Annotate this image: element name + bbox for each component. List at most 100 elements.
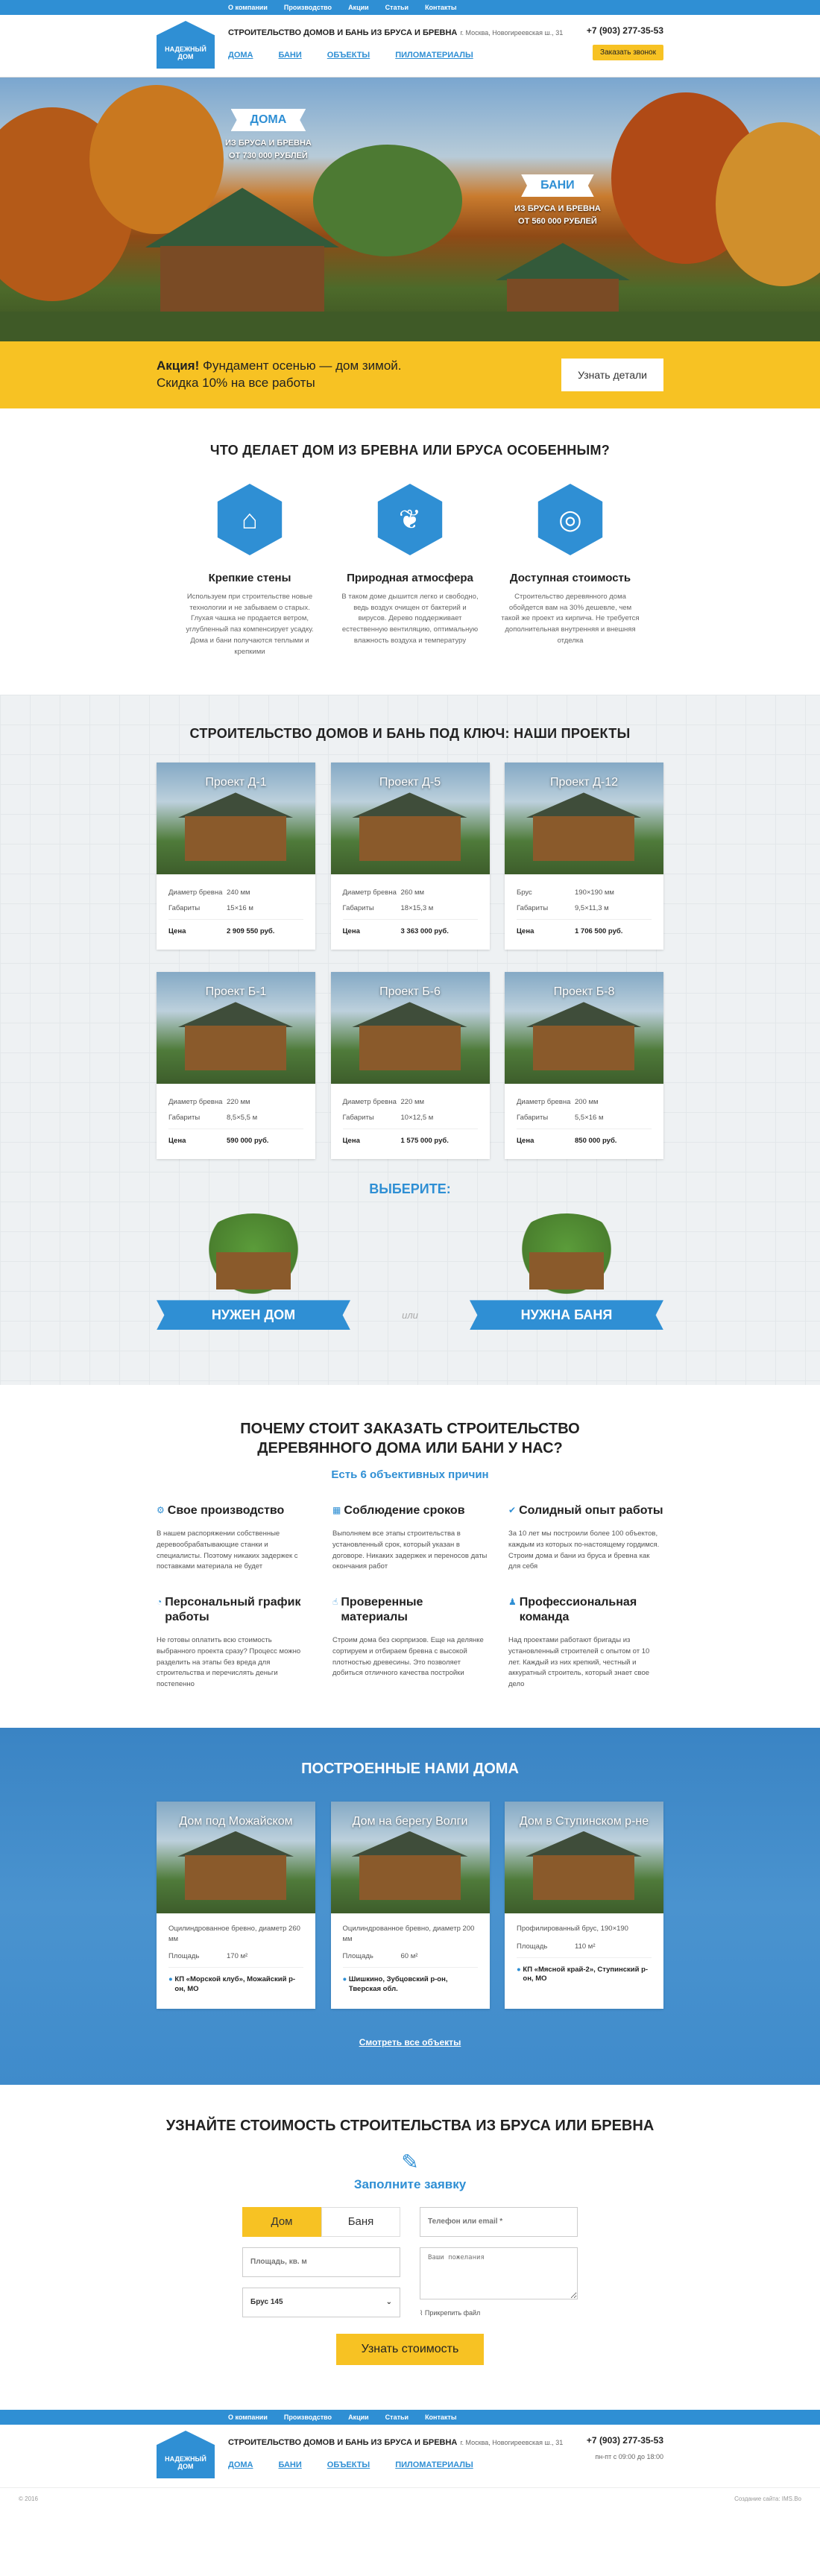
built-object-card[interactable]: Дом под Можайском Оцилиндрованное бревно…: [157, 1801, 315, 2009]
material-select[interactable]: Брус 145 ⌄: [242, 2287, 400, 2317]
footer-nav-baths[interactable]: БАНИ: [279, 2460, 302, 2469]
built-object-image[interactable]: Дом под Можайском: [157, 1801, 315, 1913]
reason-item: ▦ Соблюдение сроков Выполняем все этапы с…: [332, 1503, 488, 1573]
logo[interactable]: НАДЕЖНЫЙ ДОМ: [157, 21, 215, 69]
topnav-articles[interactable]: Статьи: [385, 4, 409, 11]
footer-nav-production[interactable]: Производство: [284, 2414, 332, 2421]
project-image[interactable]: Проект Д-1: [157, 763, 315, 875]
contact-input[interactable]: [420, 2206, 578, 2237]
tab-bath[interactable]: Баня: [321, 2206, 400, 2237]
hero-baths-offer[interactable]: БАНИ ИЗ БРУСА И БРЕВНА ОТ 560 000 РУБЛЕЙ: [514, 174, 601, 227]
why-subtitle: Есть 6 объективных причин: [331, 1468, 489, 1482]
footer-nav-bar: О компании Производство Акции Статьи Кон…: [0, 2409, 820, 2425]
price-label: Цена: [517, 1137, 534, 1146]
reasons-grid: ⚙ Свое производство В нашем распоряжении …: [157, 1503, 663, 1690]
project-card[interactable]: Проект Б-8 Диаметр бревна 200 мм Габариты…: [505, 972, 663, 1160]
nav-objects[interactable]: ОБЪЕКТЫ: [327, 51, 370, 60]
built-object-image[interactable]: Дом на берегу Волги: [330, 1801, 490, 1913]
spec-label: Диаметр бревна: [342, 1098, 397, 1107]
why-section: ПОЧЕМУ СТОИТ ЗАКАЗАТЬ СТРОИТЕЛЬСТВО ДЕРЕВ…: [0, 1385, 820, 1727]
footer-nav-about[interactable]: О компании: [228, 2414, 268, 2421]
footer-nav-promotions[interactable]: Акции: [348, 2414, 369, 2421]
project-name: Проект Д-12: [549, 776, 619, 789]
project-card[interactable]: Проект Д-1 Диаметр бревна 240 мм Габариты…: [157, 763, 315, 950]
footer-nav-articles[interactable]: Статьи: [385, 2414, 409, 2421]
bath-roof: [496, 243, 630, 280]
reason-title: Соблюдение сроков: [344, 1504, 465, 1518]
footer-logo[interactable]: НАДЕЖНЫЙ ДОМ: [157, 2430, 215, 2478]
spec-value: 10×12,5 м: [400, 1114, 434, 1123]
project-image[interactable]: Проект Д-5: [330, 763, 490, 875]
spec-label: Диаметр бревна: [168, 888, 223, 897]
topnav-contacts[interactable]: Контакты: [425, 4, 456, 11]
nav-baths[interactable]: БАНИ: [279, 51, 302, 60]
get-price-button[interactable]: Узнать стоимость: [335, 2333, 485, 2365]
reason-title: Солидный опыт работы: [519, 1504, 663, 1518]
project-card[interactable]: Проект Д-12 Брус 190×190 мм Габариты 9,5×1…: [505, 763, 663, 950]
footer-nav-lumber[interactable]: ПИЛОМАТЕРИАЛЫ: [395, 2460, 473, 2469]
need-house-option[interactable]: НУЖЕН ДОМ: [157, 1213, 350, 1340]
wishes-textarea[interactable]: [420, 2247, 578, 2299]
project-image[interactable]: Проект Б-1: [157, 972, 315, 1085]
spec-value: 18×15,3 м: [400, 904, 434, 913]
project-card[interactable]: Проект Б-1 Диаметр бревна 220 мм Габариты…: [157, 972, 315, 1160]
need-house-button[interactable]: НУЖЕН ДОМ: [157, 1300, 350, 1330]
spec-value: 8,5×5,5 м: [227, 1114, 258, 1123]
built-title: ПОСТРОЕННЫЕ НАМИ ДОМА: [301, 1760, 519, 1777]
hero-houses-tag: ДОМА: [230, 109, 306, 131]
spec-label: Диаметр бревна: [517, 1098, 571, 1107]
reason-item: ✔ Солидный опыт работы За 10 лет мы постр…: [508, 1503, 663, 1573]
hero-houses-offer[interactable]: ДОМА ИЗ БРУСА И БРЕВНА ОТ 730 000 РУБЛЕЙ: [225, 109, 312, 162]
project-card[interactable]: Проект Д-5 Диаметр бревна 260 мм Габариты…: [330, 763, 490, 950]
built-object-card[interactable]: Дом в Ступинском р-не Профилированный бр…: [505, 1801, 663, 2009]
copyright-text: © 2016: [19, 2496, 38, 2503]
projects-title: СТРОИТЕЛЬСТВО ДОМОВ И БАНЬ ПОД КЛЮЧ: НАШ…: [189, 726, 631, 742]
area-label: Площадь: [342, 1952, 373, 1961]
built-object-image[interactable]: Дом в Ступинском р-не: [505, 1801, 663, 1913]
developer-link[interactable]: Создание сайта: IMS.Bo: [734, 2496, 801, 2502]
feature-text: Строительство деревянного дома обойдется…: [501, 593, 640, 645]
price-label: Цена: [168, 927, 186, 936]
reason-item: ♟ Профессиональная команда Над проектами …: [508, 1595, 663, 1690]
topnav-production[interactable]: Производство: [284, 4, 332, 11]
project-image[interactable]: Проект Б-6: [330, 972, 490, 1085]
price-label: Цена: [517, 927, 534, 936]
built-object-card[interactable]: Дом на берегу Волги Оцилиндрованное брев…: [330, 1801, 490, 2009]
footer-nav-objects[interactable]: ОБЪЕКТЫ: [327, 2460, 370, 2469]
thumbs-up-icon: ☝: [332, 1597, 338, 1608]
hero-banner: ДОМА ИЗ БРУСА И БРЕВНА ОТ 730 000 РУБЛЕЙ …: [0, 78, 820, 341]
built-object-address: Шишкино, Зубцовский р-он, Тверская обл.: [348, 1975, 448, 1994]
house-illustration: [194, 1213, 313, 1304]
all-objects-link[interactable]: Смотреть все объекты: [157, 2037, 663, 2048]
form-pencil-icon: ✎: [401, 2150, 419, 2174]
tab-house[interactable]: Дом: [242, 2206, 321, 2237]
spec-value: 200 мм: [575, 1098, 599, 1107]
topnav-about[interactable]: О компании: [228, 4, 268, 11]
attach-file-link[interactable]: ⌇ Прикрепить файл: [420, 2309, 578, 2317]
project-card[interactable]: Проект Б-6 Диаметр бревна 220 мм Габариты…: [330, 972, 490, 1160]
reason-title: Свое производство: [167, 1504, 285, 1518]
location-pin-icon: ●: [342, 1975, 347, 1984]
area-input[interactable]: [242, 2247, 400, 2277]
nav-lumber[interactable]: ПИЛОМАТЕРИАЛЫ: [395, 51, 473, 60]
call-request-button[interactable]: Заказать звонок: [593, 45, 663, 60]
need-bath-button[interactable]: НУЖНА БАНЯ: [469, 1300, 663, 1330]
project-image[interactable]: Проект Б-8: [505, 972, 663, 1085]
footer-address: г. Москва, Новогиреевская ш., 31: [460, 2438, 564, 2446]
nav-houses[interactable]: ДОМА: [228, 51, 253, 60]
why-title-line2: ДЕРЕВЯННОГО ДОМА ИЛИ БАНИ У НАС?: [257, 1440, 563, 1457]
footer-phone[interactable]: +7 (903) 277-35-53: [587, 2435, 663, 2446]
promo-details-button[interactable]: Узнать детали: [561, 359, 663, 391]
need-bath-option[interactable]: НУЖНА БАНЯ: [469, 1213, 663, 1340]
footer-nav-houses[interactable]: ДОМА: [228, 2460, 253, 2469]
promo-text2: Скидка 10% на все работы: [157, 376, 315, 390]
footer-nav-contacts[interactable]: Контакты: [425, 2414, 456, 2421]
built-object-desc: Оцилиндрованное бревно, диаметр 200 мм: [342, 1924, 475, 1943]
hero-ground: [0, 312, 820, 341]
reason-text: Строим дома без сюрпризов. Еще на делянк…: [332, 1636, 484, 1678]
project-image[interactable]: Проект Д-12: [505, 763, 663, 875]
spec-label: Брус: [517, 888, 532, 897]
spec-label: Диаметр бревна: [342, 888, 397, 897]
topnav-promotions[interactable]: Акции: [348, 4, 369, 11]
phone-number[interactable]: +7 (903) 277-35-53: [587, 25, 663, 36]
